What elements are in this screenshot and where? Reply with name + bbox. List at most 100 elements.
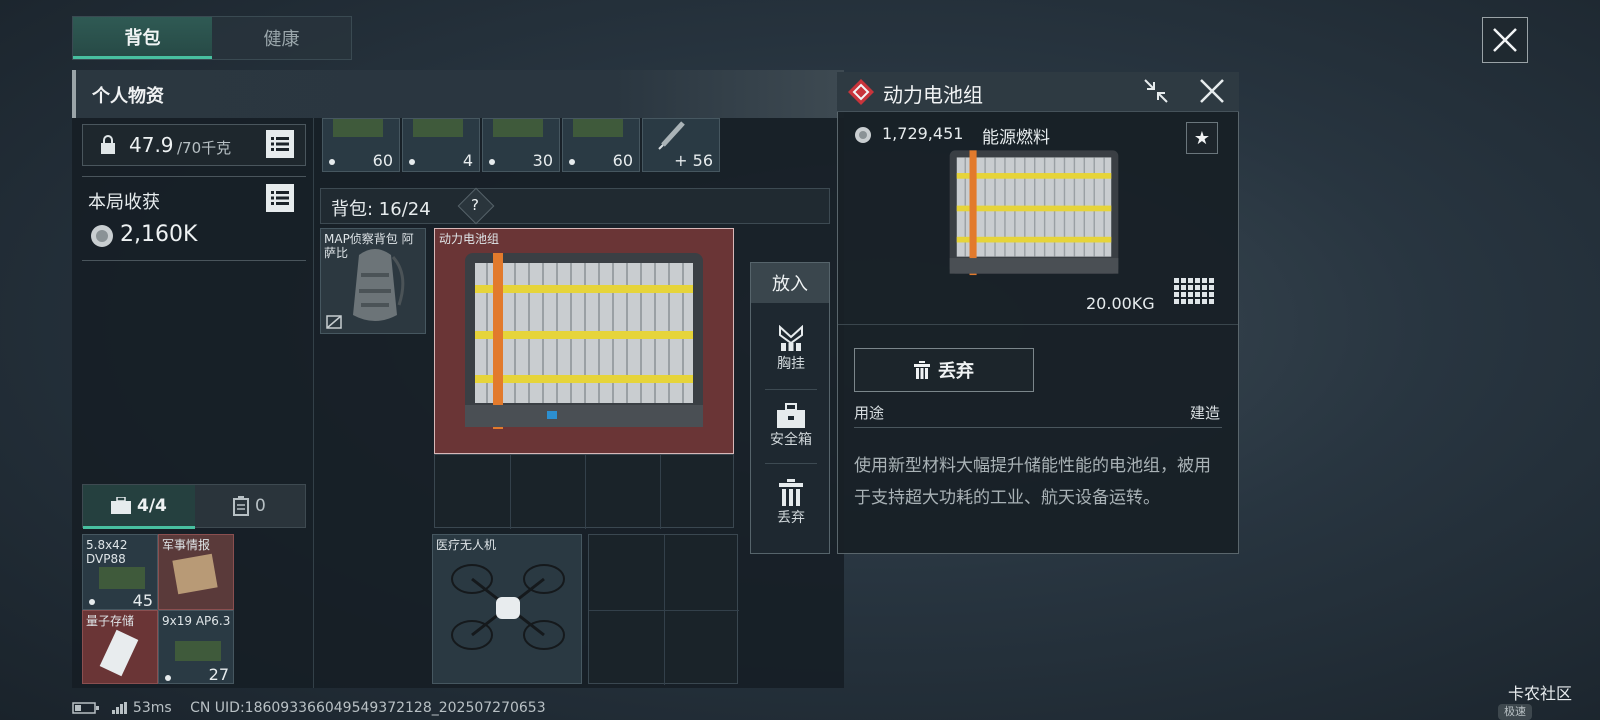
- pocket-item[interactable]: 9x19 AP6.3 27: [158, 610, 234, 684]
- item-label: 动力电池组: [439, 232, 500, 246]
- item-weight: 20.00KG: [1086, 294, 1155, 313]
- case-icon: [233, 496, 249, 516]
- item-price: 1,729,451: [882, 124, 964, 143]
- backpack-icon: [353, 249, 405, 321]
- tab-safe-box[interactable]: 4/4: [83, 485, 195, 529]
- usage-label: 用途: [854, 404, 885, 422]
- intel-doc-icon: [172, 553, 218, 595]
- discard-label: 丢弃: [938, 361, 974, 382]
- ammo-box-icon: [413, 119, 463, 137]
- favorite-button[interactable]: ★: [1186, 122, 1218, 154]
- chest-rig-label: 胸挂: [777, 356, 805, 372]
- item-slot[interactable]: 60: [562, 118, 640, 172]
- battery-status-icon: [72, 702, 99, 714]
- item-label: 军事情报: [162, 538, 211, 552]
- battery-item-slot[interactable]: 动力电池组: [434, 228, 734, 454]
- backpack-capacity: 背包: 16/24: [331, 199, 431, 220]
- top-tabs: 背包 健康: [72, 16, 352, 60]
- chest-rig-button[interactable]: 胸挂: [751, 325, 831, 373]
- item-count: 60: [612, 151, 633, 170]
- star-icon: ★: [1193, 127, 1211, 149]
- signal-icon: [112, 702, 128, 714]
- safe-box-label: 安全箱: [770, 432, 812, 448]
- item-count: 45: [132, 591, 153, 610]
- lock-weight-icon: [101, 135, 115, 154]
- dot-icon: [329, 159, 335, 165]
- dot-icon: [89, 599, 95, 605]
- dot-icon: [409, 159, 415, 165]
- container-count: 0: [255, 496, 266, 516]
- grid-line: [510, 455, 511, 529]
- pocket-tabs: 4/4 0: [82, 484, 307, 529]
- divider: [765, 463, 817, 464]
- divider: [82, 260, 306, 261]
- grid-size-icon: [1174, 278, 1214, 304]
- detail-header: 动力电池组: [837, 72, 1239, 112]
- close-icon[interactable]: [1199, 78, 1225, 104]
- ammo-box-icon: [175, 641, 221, 661]
- safe-box-button[interactable]: 安全箱: [751, 403, 831, 449]
- coin-icon: [91, 225, 113, 247]
- backpack-item-slot[interactable]: MAP侦察背包 阿萨比: [320, 228, 426, 334]
- pocket-item[interactable]: 军事情报: [158, 534, 234, 610]
- item-label: 9x19 AP6.3: [162, 614, 231, 628]
- ammo-box-icon: [99, 567, 145, 589]
- backpack-header: 背包: 16/24 ?: [320, 187, 830, 225]
- rarity-diamond-icon: [848, 79, 874, 105]
- tab-health[interactable]: 健康: [212, 17, 351, 59]
- ammo-box-icon: [493, 119, 543, 137]
- grid-line: [589, 610, 739, 611]
- safe-box-icon: [777, 403, 805, 428]
- safe-box-icon: [111, 497, 131, 514]
- pocket-item[interactable]: 量子存储: [82, 610, 158, 684]
- divider: [838, 324, 1238, 325]
- item-count: 27: [208, 665, 229, 684]
- collapse-icon[interactable]: [1143, 78, 1169, 104]
- dot-icon: [489, 159, 495, 165]
- drone-item-slot[interactable]: 医疗无人机: [432, 534, 582, 684]
- session-list-button[interactable]: [266, 184, 294, 212]
- tab-backpack[interactable]: 背包: [73, 17, 212, 59]
- syringe-icon: [658, 121, 685, 150]
- session-value: 2,160K: [120, 222, 198, 247]
- no-insure-icon: [326, 315, 342, 329]
- usage-value: 建造: [1190, 404, 1221, 422]
- session-label: 本局收获: [88, 192, 160, 213]
- weight-value: 47.9: [129, 133, 174, 157]
- discard-button[interactable]: 丢弃: [854, 348, 1034, 392]
- item-label: 医疗无人机: [436, 538, 497, 552]
- put-into-panel: 放入 胸挂 安全箱 丢弃: [750, 262, 830, 554]
- ammo-box-icon: [333, 119, 383, 137]
- item-count: 30: [532, 151, 553, 170]
- personal-supplies-header: 个人物资: [72, 70, 844, 118]
- grid-line: [660, 455, 661, 529]
- watermark: 卡农社区: [1508, 684, 1573, 703]
- column-divider: [313, 118, 314, 688]
- trash-icon: [779, 479, 803, 506]
- item-label: 量子存储: [86, 614, 135, 628]
- safe-box-count: 4/4: [137, 496, 167, 516]
- status-bar: 53ms CN UID:186093366049549372128_202507…: [72, 700, 546, 716]
- item-slot[interactable]: + 56: [642, 118, 720, 172]
- discard-side-label: 丢弃: [777, 510, 805, 526]
- put-into-title: 放入: [751, 263, 829, 303]
- ping-value: 53ms: [132, 700, 172, 716]
- close-window-button[interactable]: [1482, 17, 1528, 63]
- item-count: 60: [372, 151, 393, 170]
- pocket-item[interactable]: 5.8x42 DVP88 45: [82, 534, 158, 610]
- item-slot[interactable]: 30: [482, 118, 560, 172]
- empty-slots[interactable]: [588, 534, 739, 685]
- empty-slots[interactable]: [434, 454, 734, 529]
- drone-icon: [451, 564, 565, 650]
- tab-container[interactable]: 0: [195, 485, 307, 529]
- item-slot[interactable]: 4: [402, 118, 480, 172]
- item-slot[interactable]: 60: [322, 118, 400, 172]
- weight-list-button[interactable]: [266, 130, 294, 158]
- weight-max: /70千克: [177, 139, 232, 157]
- discard-side-button[interactable]: 丢弃: [751, 479, 831, 527]
- close-icon: [1493, 28, 1517, 52]
- fast-badge: 极速: [1498, 704, 1532, 720]
- help-icon: ?: [471, 196, 479, 214]
- panel-title: 个人物资: [92, 86, 164, 107]
- detail-title: 动力电池组: [883, 83, 983, 107]
